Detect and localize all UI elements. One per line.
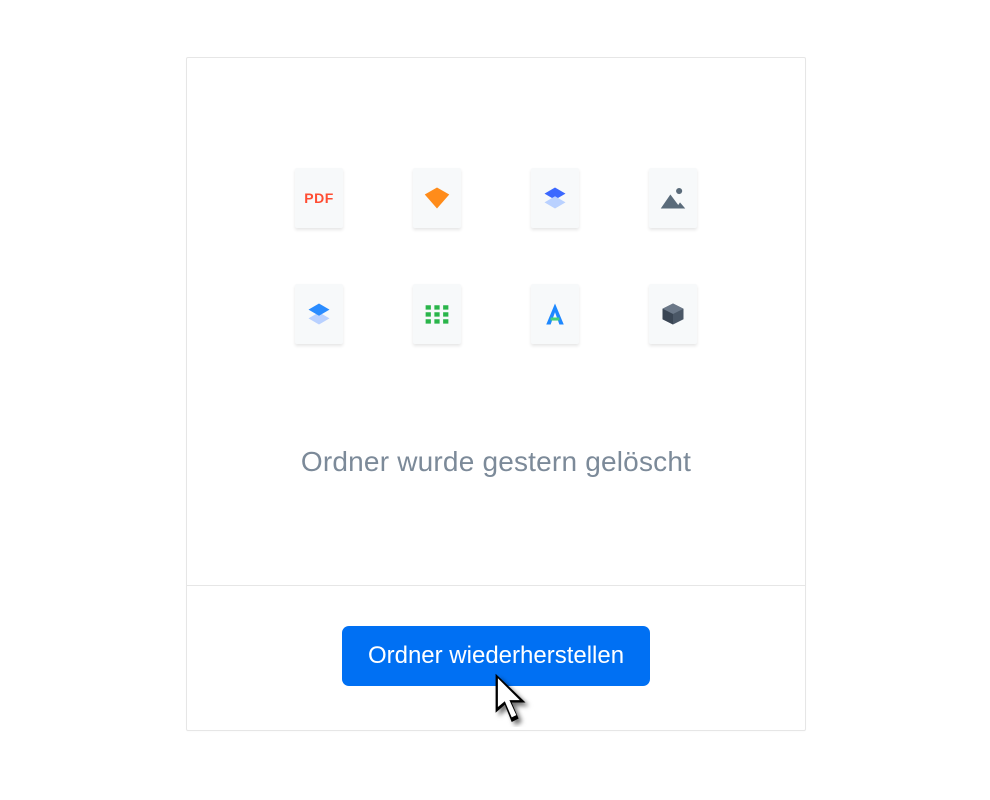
file-grid: PDF xyxy=(289,168,703,350)
layers-icon xyxy=(305,300,333,328)
grid-icon xyxy=(423,300,451,328)
image-icon xyxy=(659,184,687,212)
letter-a-icon xyxy=(541,300,569,328)
file-tile-cube xyxy=(649,284,697,344)
restore-dialog: PDF xyxy=(186,57,806,731)
pdf-icon: PDF xyxy=(304,190,334,206)
file-tile-pdf: PDF xyxy=(295,168,343,228)
deleted-message: Ordner wurde gestern gelöscht xyxy=(301,446,691,478)
layers-icon xyxy=(541,184,569,212)
file-tile-layers-2 xyxy=(295,284,343,344)
diamond-icon xyxy=(423,184,451,212)
restore-folder-button[interactable]: Ordner wiederherstellen xyxy=(342,626,650,686)
dialog-footer: Ordner wiederherstellen xyxy=(187,586,805,729)
cube-icon xyxy=(659,300,687,328)
file-tile-layers xyxy=(531,168,579,228)
file-tile-image xyxy=(649,168,697,228)
file-tile-a xyxy=(531,284,579,344)
file-tile-sketch xyxy=(413,168,461,228)
file-tile-grid xyxy=(413,284,461,344)
dialog-content: PDF xyxy=(187,58,805,586)
